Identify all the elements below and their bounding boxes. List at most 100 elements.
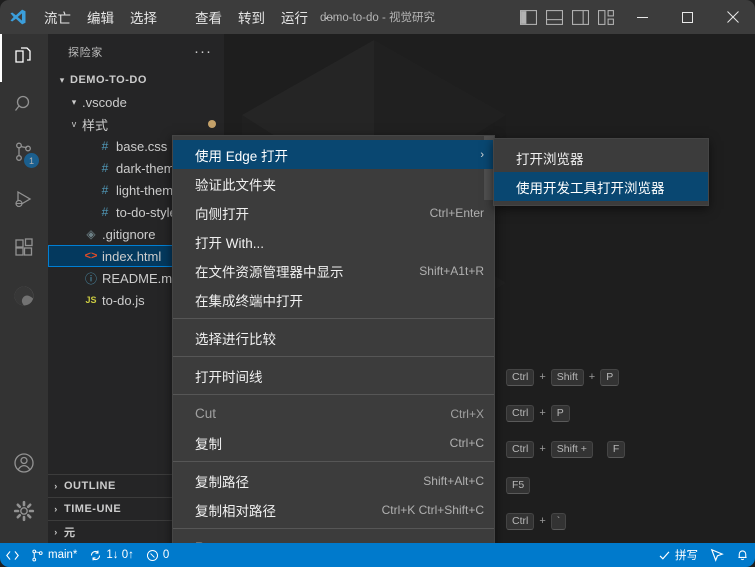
context-menu-item[interactable]: 在文件资源管理器中显示 Shift+A1t+R (173, 256, 494, 285)
sidebar-title: 探险家 (68, 46, 103, 59)
context-menu-item-label: Cut (195, 406, 217, 421)
search-icon (12, 92, 36, 121)
context-menu-item-label: 打开 With... (195, 235, 265, 251)
source-control-badge: 1 (24, 153, 39, 168)
tree-item-label: base.css (116, 138, 168, 154)
tree-item-label: 样式 (82, 117, 109, 133)
context-menu-item-label: 复制相对路径 (195, 503, 276, 519)
activity-bar-bottom (0, 441, 48, 543)
sidebar-section-label: TIME-UNE (64, 503, 122, 515)
context-menu-item[interactable]: 复制路径 Shift+Alt+C (173, 466, 494, 495)
feedback-icon (710, 548, 724, 562)
chevron-right-icon: › (54, 504, 58, 514)
toggle-panel-icon[interactable] (546, 9, 563, 25)
context-menu-item[interactable]: 向侧打开 Ctrl+Enter (173, 198, 494, 227)
context-menu-item[interactable]: 在集成终端中打开 (173, 285, 494, 314)
toggle-secondary-sidebar-icon[interactable] (572, 9, 589, 25)
keybinding-row: Ctrl + P (506, 395, 625, 431)
submenu-item[interactable]: 打开浏览器 (494, 143, 708, 172)
edge-browser-icon (11, 283, 37, 314)
menu-view[interactable]: 查看 (188, 4, 229, 30)
context-menu-item-shortcut: Shift+Alt+C (423, 473, 484, 488)
menu-separator (173, 394, 494, 395)
tree-item-DEMO-TO-DO[interactable]: ▾ DEMO-TO-DO (48, 69, 224, 91)
context-menu-item[interactable]: 复制相对路径 Ctrl+K Ctrl+Shift+C (173, 495, 494, 524)
context-menu-item-shortcut: Ctrl+Enter (429, 205, 484, 220)
activity-item-run-debug[interactable] (0, 178, 48, 226)
file-type-icon: # (101, 161, 109, 175)
context-menu-item-label: 在集成终端中打开 (195, 293, 303, 309)
context-menu-item[interactable]: 打开 With... (173, 227, 494, 256)
menu-separator (173, 356, 494, 357)
context-menu-item-shortcut: Ctrl+X (450, 406, 484, 421)
status-remote-indicator[interactable] (0, 543, 25, 567)
context-menu-item-shortcut: Ctrl+C (449, 435, 484, 450)
open-with-edge-submenu: 打开浏览器使用开发工具打开浏览器 (493, 138, 709, 206)
key-cap: F (606, 440, 626, 458)
activity-item-explorer[interactable] (0, 34, 48, 82)
close-button[interactable] (710, 0, 755, 34)
menu-separator (173, 318, 494, 319)
bell-icon (738, 550, 747, 561)
status-notifications[interactable] (730, 543, 755, 567)
context-menu-item[interactable]: 使用 Edge 打开 › (173, 140, 494, 169)
tree-item-[interactable]: v 样式 (48, 113, 224, 135)
tree-item-label: README.md (102, 270, 180, 286)
context-menu-item[interactable]: 复制 Ctrl+C (173, 428, 494, 457)
key-cap: Ctrl (506, 368, 535, 386)
tree-item-label: DEMO-TO-DO (70, 74, 147, 86)
customize-layout-icon[interactable] (598, 9, 615, 25)
tree-item-label: index.html (102, 248, 162, 264)
menu-overflow-icon[interactable]: ··· (316, 7, 349, 27)
activity-bar: 1 (0, 34, 48, 543)
submenu-item[interactable]: 使用开发工具打开浏览器 (494, 172, 708, 201)
status-bar: main* 1↓ 0↑ 0 拼写 (0, 543, 755, 567)
title-bar: 流亡 编辑 选择 查看 转到 运行 ··· demo-to-do - 视觉研究 (0, 0, 755, 34)
run-debug-icon (12, 188, 36, 217)
menu-go[interactable]: 转到 (231, 4, 272, 30)
branch-icon (32, 549, 43, 561)
key-plus: + (539, 443, 546, 455)
activity-item-accounts[interactable] (0, 441, 48, 489)
activity-item-source-control[interactable]: 1 (0, 130, 48, 178)
context-menu-item[interactable]: 验证此文件夹 (173, 169, 494, 198)
status-spell-check[interactable]: 拼写 (652, 543, 704, 567)
context-menu-item[interactable]: Cut Ctrl+X (173, 399, 494, 428)
remote-icon (6, 550, 19, 560)
context-menu-item[interactable]: 打开时间线 (173, 361, 494, 390)
sidebar-section-label: OUTLINE (64, 480, 116, 492)
file-type-icon: ◈ (86, 227, 96, 241)
menu-edit[interactable]: 编辑 (80, 4, 121, 30)
context-menu-item-label: 打开时间线 (195, 369, 263, 385)
vscode-logo-icon (0, 0, 36, 34)
sidebar-more-actions-icon[interactable]: ··· (194, 43, 212, 60)
status-feedback[interactable] (704, 543, 730, 567)
minimize-button[interactable] (620, 0, 665, 34)
activity-item-edge-tools[interactable] (0, 274, 48, 322)
menu-separator (173, 528, 494, 529)
chevron-down-icon: v (71, 119, 77, 129)
sync-label: 1↓ 0↑ (106, 549, 134, 561)
status-bar-right: 拼写 (652, 543, 755, 567)
tree-item-.vscode[interactable]: ▾ .vscode (48, 91, 224, 113)
gear-icon (12, 499, 36, 528)
key-plus: + (539, 407, 546, 419)
key-cap: Ctrl (506, 512, 535, 530)
activity-item-settings[interactable] (0, 489, 48, 537)
status-sync-changes[interactable]: 1↓ 0↑ (83, 543, 140, 567)
menu-file[interactable]: 流亡 (37, 4, 78, 30)
menu-run[interactable]: 运行 (274, 4, 315, 30)
status-problems[interactable]: 0 (140, 543, 175, 567)
menu-selection[interactable]: 选择 (123, 4, 164, 30)
status-bar-left: main* 1↓ 0↑ 0 (0, 543, 175, 567)
context-menu-item[interactable]: 选择进行比较 (173, 323, 494, 352)
submenu-item-label: 打开浏览器 (516, 151, 584, 167)
activity-item-search[interactable] (0, 82, 48, 130)
menu-bar: 流亡 编辑 选择 查看 转到 运行 ··· (36, 0, 349, 34)
activity-item-extensions[interactable] (0, 226, 48, 274)
toggle-primary-sidebar-icon[interactable] (520, 9, 537, 25)
status-git-branch[interactable]: main* (25, 543, 83, 567)
context-menu-item-shortcut: Shift+A1t+R (419, 263, 484, 278)
spell-check-label: 拼写 (675, 550, 698, 562)
maximize-button[interactable] (665, 0, 710, 34)
